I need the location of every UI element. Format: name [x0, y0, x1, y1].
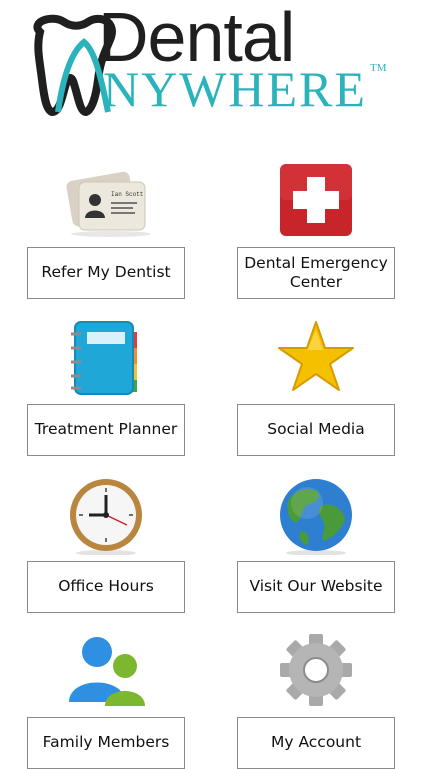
- treatment-planner-button[interactable]: Treatment Planner: [27, 404, 185, 456]
- first-aid-cross-icon: [280, 164, 352, 236]
- gear-icon: [280, 634, 352, 706]
- star-icon: [278, 321, 354, 391]
- my-account-button[interactable]: My Account: [237, 717, 395, 769]
- family-members-button[interactable]: Family Members: [27, 717, 185, 769]
- social-media-button[interactable]: Social Media: [237, 404, 395, 456]
- clock-icon: [70, 479, 142, 555]
- family-members-icon: [69, 637, 145, 706]
- globe-icon: [280, 479, 352, 555]
- logo-wordmark-anywhere: NYWHERE: [103, 61, 367, 117]
- planner-notebook-icon: [71, 321, 137, 395]
- business-cards-icon: Ian Scott: [66, 171, 151, 237]
- dental-emergency-center-button[interactable]: Dental Emergency Center: [237, 247, 395, 299]
- logo-trademark: TM: [370, 62, 387, 74]
- app-logo: Dental NYWHERE TM: [0, 0, 422, 130]
- office-hours-button[interactable]: Office Hours: [27, 561, 185, 613]
- visit-our-website-button[interactable]: Visit Our Website: [237, 561, 395, 613]
- refer-my-dentist-button[interactable]: Refer My Dentist: [27, 247, 185, 299]
- card-name-text: Ian Scott: [111, 191, 143, 198]
